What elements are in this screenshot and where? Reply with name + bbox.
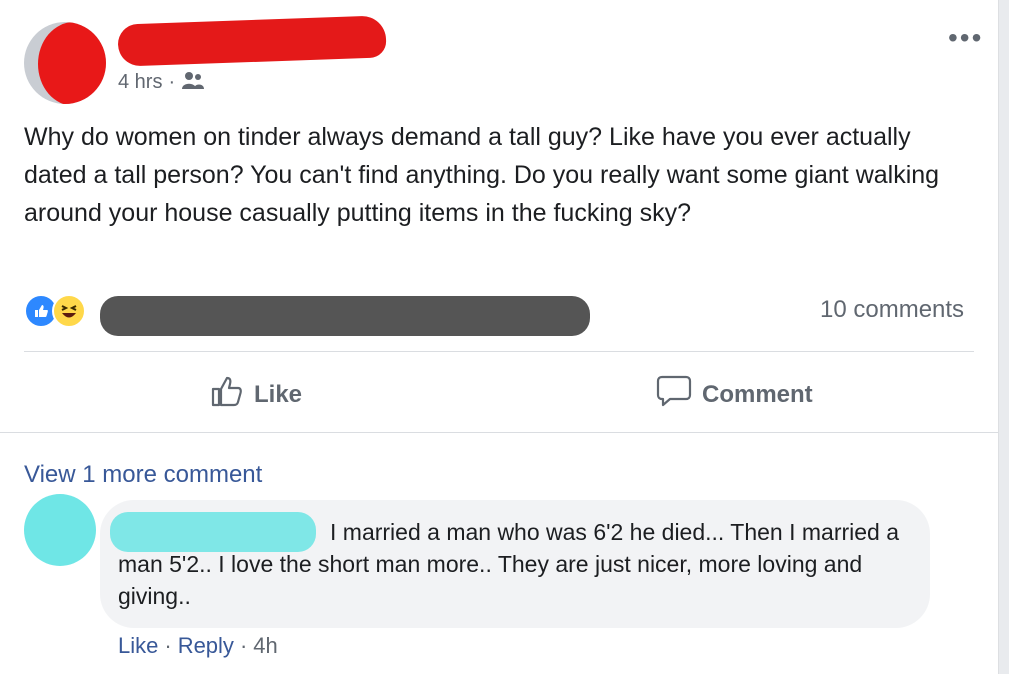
speech-bubble-icon [656, 374, 692, 415]
comment-separator: · [239, 633, 248, 658]
name-redaction [117, 15, 387, 67]
thumbs-up-icon [210, 374, 244, 415]
comment-reply-link[interactable]: Reply [178, 633, 234, 659]
reactions[interactable] [24, 294, 86, 328]
view-more-comments-link[interactable]: View 1 more comment [24, 461, 262, 489]
post-text: Why do women on tinder always demand a t… [24, 123, 940, 227]
comment-actions: Like · Reply · 4h [118, 633, 278, 659]
like-label: Like [254, 380, 303, 408]
post-meta: 4 hrs · [118, 70, 205, 95]
comment-time[interactable]: 4h [253, 633, 277, 659]
comment-bubble: I married a man who was 6'2 he died... T… [100, 500, 930, 628]
divider [0, 432, 998, 433]
comment-text: I married a man who was 6'2 he died... T… [118, 519, 900, 609]
more-dots-icon[interactable]: ••• [948, 24, 983, 52]
comment-label: Comment [702, 380, 813, 408]
post-time[interactable]: 4 hrs [118, 71, 162, 94]
avatar-redaction [38, 22, 106, 104]
reactors-redaction [100, 296, 590, 336]
comments-count[interactable]: 10 comments [820, 296, 964, 324]
comment-separator: · [164, 633, 172, 658]
comment-like-link[interactable]: Like [118, 633, 158, 659]
like-button[interactable]: Like [210, 374, 302, 415]
author-avatar[interactable] [24, 22, 106, 104]
meta-separator: · [168, 71, 176, 93]
comment-button[interactable]: Comment [656, 374, 813, 415]
divider [24, 351, 974, 352]
friends-icon[interactable] [181, 70, 205, 95]
haha-reaction-icon [52, 294, 86, 328]
commenter-avatar[interactable] [24, 494, 96, 566]
post-card: Al 4 hrs · ••• Why do women on tinder al… [0, 0, 999, 674]
